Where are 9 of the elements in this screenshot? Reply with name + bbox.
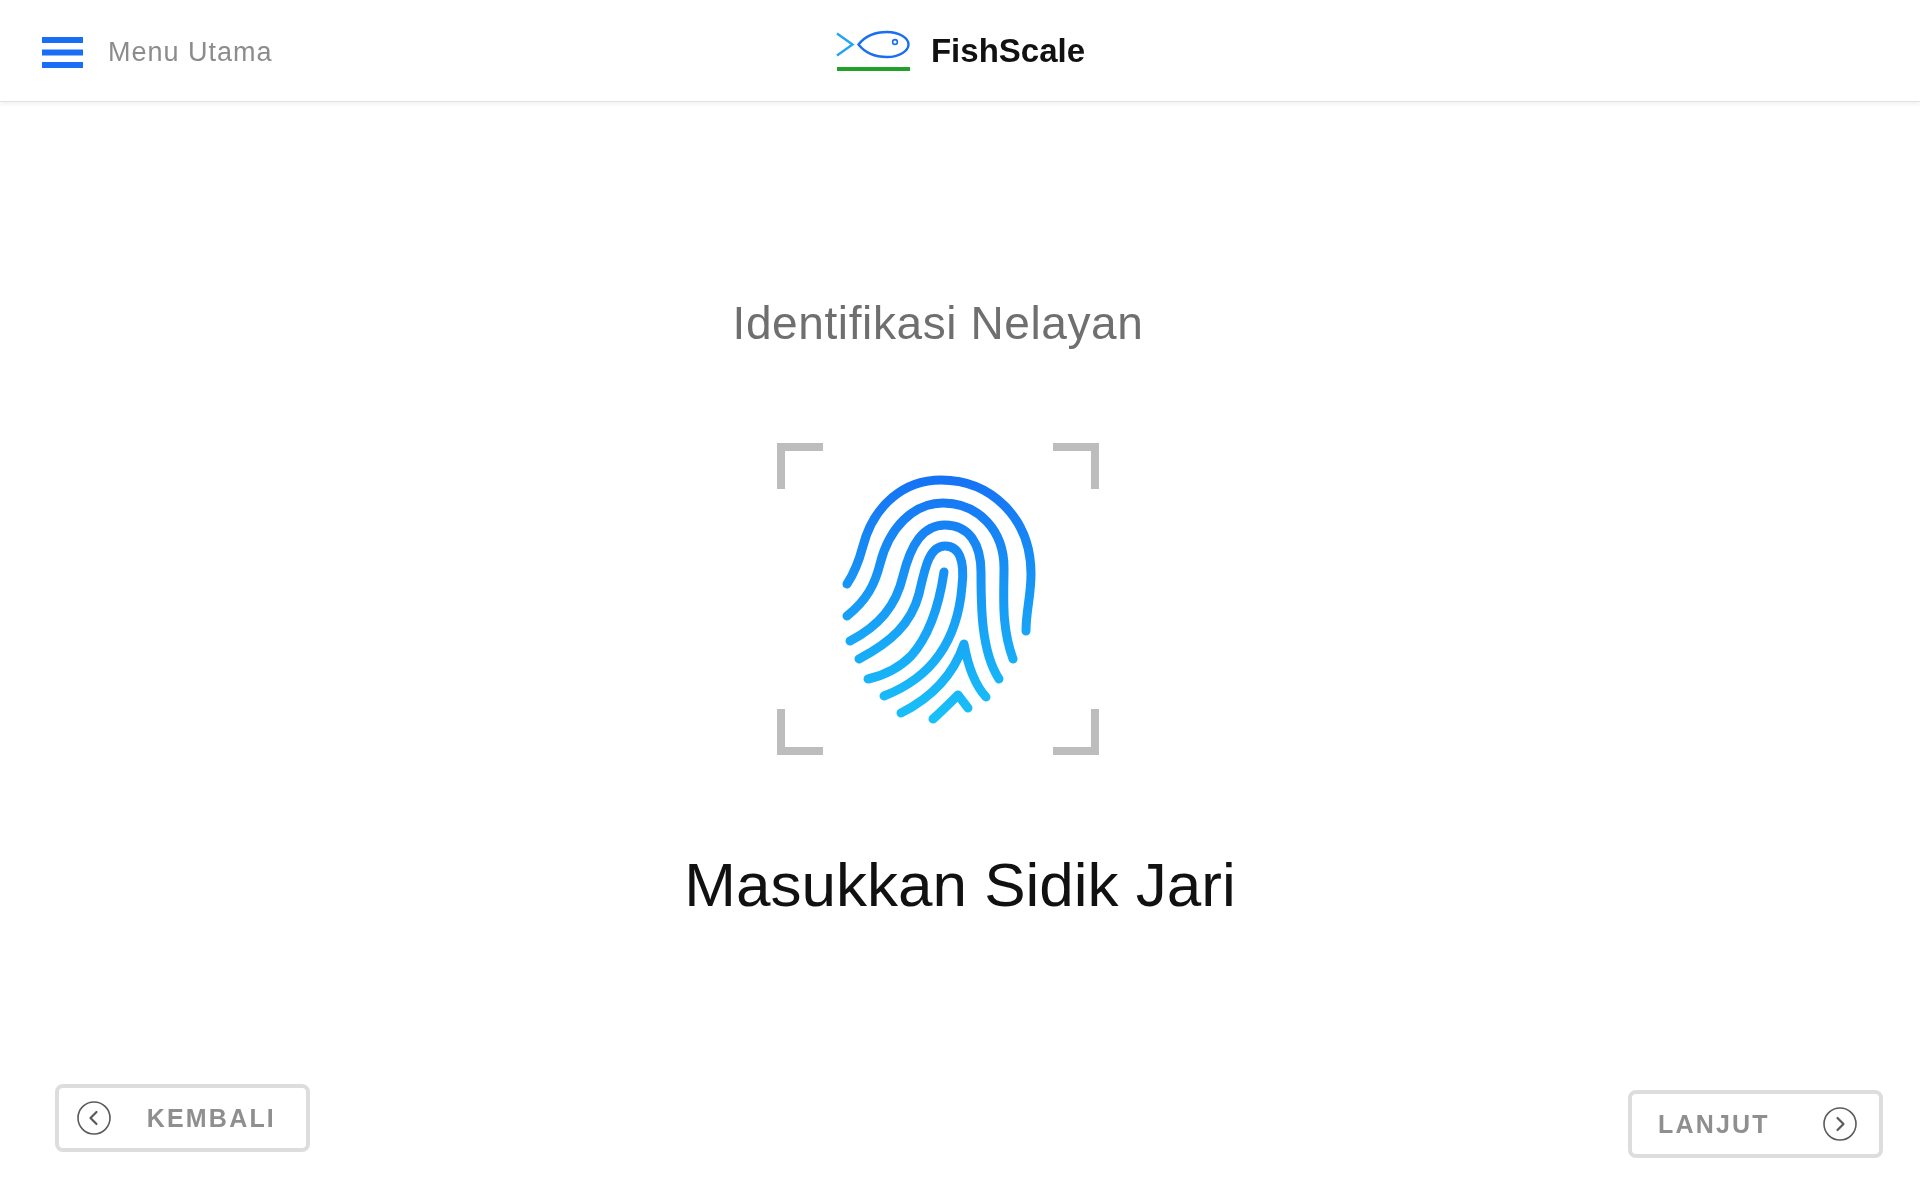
menu-icon (42, 37, 83, 68)
fish-logo-icon (834, 29, 911, 72)
next-button[interactable]: LANJUT (1628, 1090, 1883, 1158)
scan-frame-icon (777, 443, 1099, 755)
fingerprint-icon (842, 475, 1036, 724)
main-menu-button[interactable]: Menu Utama (42, 37, 273, 68)
back-button[interactable]: KEMBALI (55, 1084, 310, 1152)
app-name: FishScale (930, 31, 1086, 70)
instruction-text: Masukkan Sidik Jari (684, 854, 1236, 916)
